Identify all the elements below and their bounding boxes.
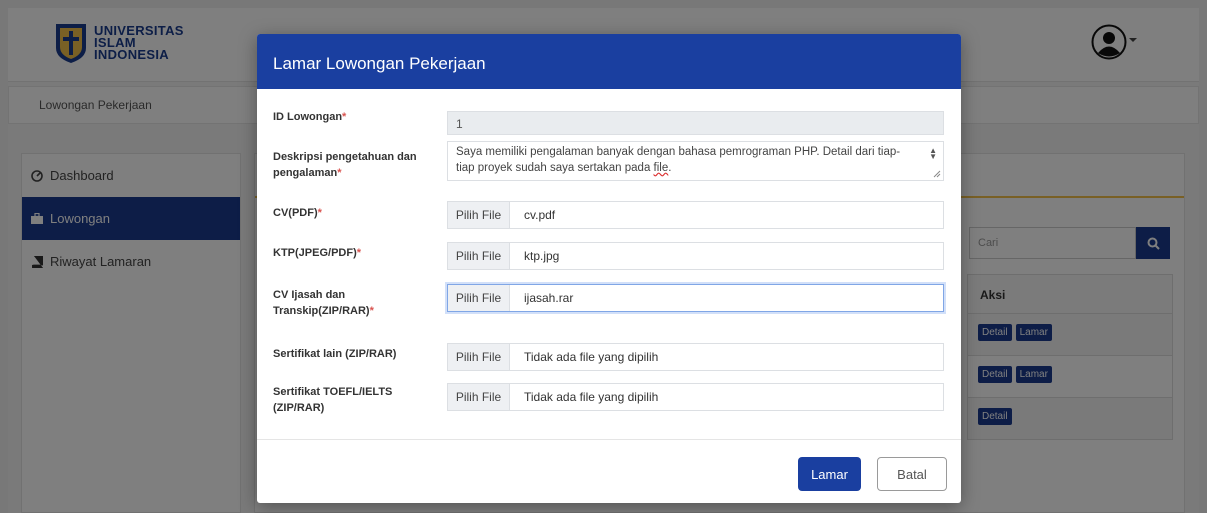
textarea-text: Saya memiliki pengalaman banyak dengan b… <box>456 146 901 174</box>
ijasah-file-input[interactable]: Pilih File ijasah.rar <box>447 284 944 312</box>
label-text: ID Lowongan <box>273 111 343 123</box>
ijasah-label: CV Ijasah dan Transkip(ZIP/RAR)* <box>273 287 423 319</box>
required-marker: * <box>337 167 342 179</box>
cv-file-input[interactable]: Pilih File cv.pdf <box>447 201 944 229</box>
textarea-text-end: . <box>668 162 672 174</box>
choose-file-button[interactable]: Pilih File <box>448 344 510 370</box>
modal-footer: Lamar Batal <box>257 440 961 503</box>
label-text: KTP(JPEG/PDF) <box>273 247 357 259</box>
cancel-batal-button[interactable]: Batal <box>877 457 947 491</box>
file-name: ktp.jpg <box>524 249 560 263</box>
choose-file-button[interactable]: Pilih File <box>448 384 510 410</box>
choose-file-button[interactable]: Pilih File <box>448 285 510 311</box>
form-row-desc: Deskripsi pengetahuan dan pengalaman* Sa… <box>273 141 945 181</box>
scroll-arrows-icon[interactable]: ▲ ▼ <box>929 147 937 161</box>
file-name: ijasah.rar <box>524 291 574 305</box>
file-name: Tidak ada file yang dipilih <box>524 390 659 404</box>
sertifikat-file-input[interactable]: Pilih File Tidak ada file yang dipilih <box>447 343 944 371</box>
ktp-label: KTP(JPEG/PDF)* <box>273 245 433 261</box>
required-marker: * <box>342 111 347 123</box>
deskripsi-textarea[interactable]: Saya memiliki pengalaman banyak dengan b… <box>447 141 944 181</box>
label-text: CV Ijasah dan Transkip(ZIP/RAR) <box>273 289 370 317</box>
modal-title: Lamar Lowongan Pekerjaan <box>257 34 961 89</box>
modal-body: ID Lowongan* 1 Deskripsi pengetahuan dan… <box>257 89 961 440</box>
choose-file-button[interactable]: Pilih File <box>448 202 510 228</box>
textarea-content: Saya memiliki pengalaman banyak dengan b… <box>456 144 916 176</box>
apply-job-modal: Lamar Lowongan Pekerjaan ID Lowongan* 1 … <box>257 34 961 503</box>
required-marker: * <box>317 207 322 219</box>
toefl-file-input[interactable]: Pilih File Tidak ada file yang dipilih <box>447 383 944 411</box>
cv-label: CV(PDF)* <box>273 205 433 221</box>
id-lowongan-field: 1 <box>447 111 944 135</box>
file-name: Tidak ada file yang dipilih <box>524 350 659 364</box>
resize-grip-icon[interactable] <box>933 170 941 178</box>
choose-file-button[interactable]: Pilih File <box>448 243 510 269</box>
spellcheck-word: file <box>653 162 669 174</box>
label-text: CV(PDF) <box>273 207 318 219</box>
id-lowongan-label: ID Lowongan* <box>273 109 433 125</box>
label-text: Deskripsi pengetahuan dan pengalaman <box>273 151 417 179</box>
deskripsi-label: Deskripsi pengetahuan dan pengalaman* <box>273 149 433 181</box>
submit-lamar-button[interactable]: Lamar <box>798 457 861 491</box>
sertifikat-label: Sertifikat lain (ZIP/RAR) <box>273 348 397 360</box>
required-marker: * <box>369 305 374 317</box>
file-name: cv.pdf <box>524 208 556 222</box>
toefl-label: Sertifikat TOEFL/IELTS (ZIP/RAR) <box>273 386 393 414</box>
required-marker: * <box>356 247 362 259</box>
ktp-file-input[interactable]: Pilih File ktp.jpg <box>447 242 944 270</box>
